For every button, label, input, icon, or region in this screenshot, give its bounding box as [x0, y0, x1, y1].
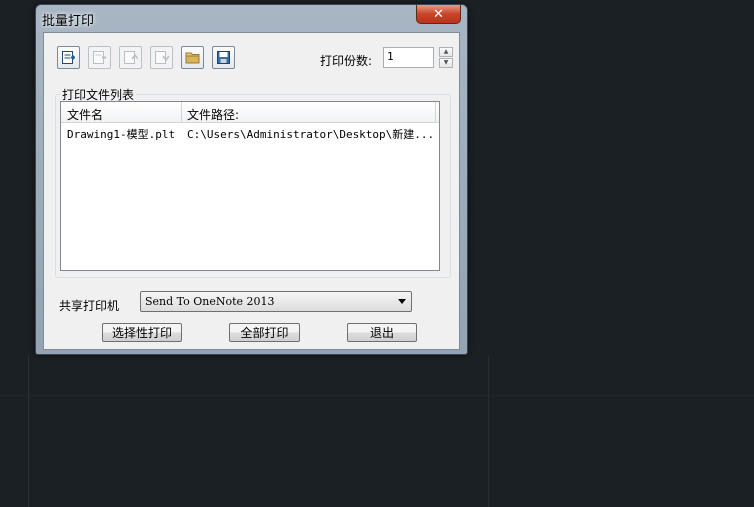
save-icon [217, 51, 230, 64]
batch-print-dialog: 批量打印 ✕ 打印份数: 1 ▲ ▼ 打印文件列表 文件名 文件路径: Draw… [35, 4, 468, 355]
move-up-button[interactable] [119, 46, 142, 69]
add-file-icon [62, 51, 75, 64]
desktop-background [0, 355, 754, 507]
print-all-button[interactable]: 全部打印 [229, 323, 300, 342]
move-down-icon [155, 51, 169, 64]
close-button[interactable]: ✕ [416, 5, 461, 24]
printer-label: 共享打印机 [59, 299, 120, 313]
copies-label: 打印份数: [320, 54, 373, 68]
spin-up-icon[interactable]: ▲ [439, 47, 453, 57]
file-list-header: 文件名 文件路径: [61, 102, 439, 123]
dialog-client-area: 打印份数: 1 ▲ ▼ 打印文件列表 文件名 文件路径: Drawing1-模型… [43, 32, 460, 350]
folder-icon [185, 52, 200, 64]
column-divider[interactable] [435, 102, 436, 122]
exit-button[interactable]: 退出 [347, 323, 417, 342]
open-folder-button[interactable] [181, 46, 204, 69]
printer-selected-value: Send To OneNote 2013 [145, 295, 275, 308]
title-bar[interactable]: 批量打印 ✕ [36, 5, 467, 31]
row-file-path: C:\Users\Administrator\Desktop\新建... [187, 128, 435, 141]
copies-input[interactable]: 1 [383, 47, 434, 68]
remove-file-button[interactable] [88, 46, 111, 69]
column-divider[interactable] [181, 102, 182, 122]
column-header-file-name[interactable]: 文件名 [67, 106, 103, 123]
row-file-name: Drawing1-模型.plt [67, 128, 176, 141]
selective-print-button[interactable]: 选择性打印 [102, 323, 182, 342]
close-icon: ✕ [433, 6, 444, 22]
file-list[interactable]: 文件名 文件路径: Drawing1-模型.plt C:\Users\Admin… [60, 101, 440, 271]
column-header-file-path[interactable]: 文件路径: [187, 106, 239, 123]
printer-select[interactable]: Send To OneNote 2013 [140, 291, 412, 312]
move-up-icon [124, 51, 138, 64]
move-down-button[interactable] [150, 46, 173, 69]
chevron-down-icon [398, 299, 406, 304]
add-file-button[interactable] [57, 46, 80, 69]
copies-spinner[interactable]: ▲ ▼ [439, 47, 453, 69]
window-title: 批量打印 [42, 14, 95, 29]
remove-file-icon [93, 51, 106, 64]
spin-down-icon[interactable]: ▼ [439, 58, 453, 68]
save-list-button[interactable] [212, 46, 235, 69]
